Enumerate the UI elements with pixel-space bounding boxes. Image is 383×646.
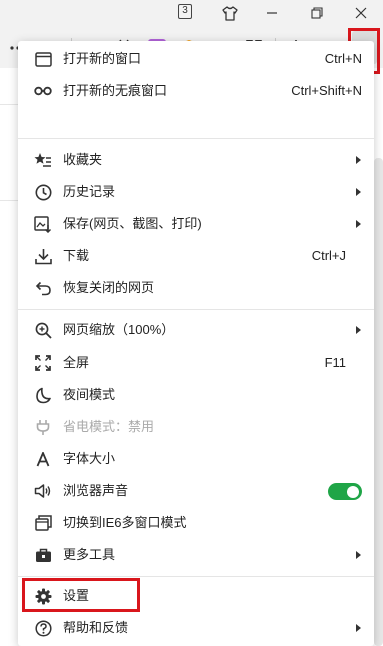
incognito-icon <box>34 82 52 100</box>
page-divider <box>0 104 20 105</box>
menu-item-browser-sound[interactable]: 浏览器声音 <box>18 475 374 507</box>
menu-item-new-window[interactable]: 打开新的窗口 Ctrl+N <box>18 43 374 75</box>
menu-item-ie6-mode[interactable]: 切换到IE6多窗口模式 <box>18 507 374 539</box>
menu-item-help-feedback[interactable]: 帮助和反馈 <box>18 612 374 644</box>
menu-item-shortcut: Ctrl+Shift+N <box>291 83 362 98</box>
menu-item-downloads[interactable]: 下载 Ctrl+J <box>18 240 374 272</box>
submenu-arrow-icon <box>356 188 361 196</box>
toolbox-icon <box>34 546 52 564</box>
menu-item-label: 网页缩放（100%） <box>63 322 175 337</box>
menu-item-shortcut: F11 <box>324 355 346 370</box>
toggle-knob <box>347 485 359 498</box>
settings-highlight <box>22 578 140 612</box>
menu-item-label: 保存(网页、截图、打印) <box>63 216 202 231</box>
page-scrollbar[interactable] <box>374 158 383 646</box>
menu-item-label: 帮助和反馈 <box>63 620 129 635</box>
sound-toggle[interactable] <box>328 483 362 500</box>
moon-icon <box>34 386 52 404</box>
font-size-icon <box>34 450 52 468</box>
minimize-icon[interactable] <box>262 4 282 22</box>
menu-item-label: 打开新的窗口 <box>63 51 142 66</box>
window-icon <box>34 50 52 68</box>
menu-item-new-incognito-window[interactable]: 打开新的无痕窗口 Ctrl+Shift+N <box>18 75 374 107</box>
menu-item-label: 字体大小 <box>63 451 116 466</box>
menu-item-label: 收藏夹 <box>63 152 103 167</box>
menu-item-label: 全屏 <box>63 355 90 370</box>
plug-icon <box>34 418 52 436</box>
menu-item-fullscreen[interactable]: 全屏 F11 <box>18 347 374 379</box>
zoom-icon <box>34 321 52 339</box>
menu-item-power-saving: 省电模式：禁用 <box>18 411 374 443</box>
star-list-icon <box>34 151 52 169</box>
menu-divider <box>18 576 374 577</box>
menu-item-favorites[interactable]: 收藏夹 <box>18 144 374 176</box>
menu-item-label: 浏览器声音 <box>63 483 129 498</box>
menu-item-font-size[interactable]: 字体大小 <box>18 443 374 475</box>
download-icon <box>34 247 52 265</box>
menu-item-zoom[interactable]: 网页缩放（100%） <box>18 314 374 346</box>
save-page-icon <box>34 215 52 233</box>
menu-item-history[interactable]: 历史记录 <box>18 176 374 208</box>
menu-item-shortcut: Ctrl+N <box>324 51 362 66</box>
menu-item-save[interactable]: 保存(网页、截图、打印) <box>18 208 374 240</box>
multi-window-icon <box>34 514 52 532</box>
menu-item-night-mode[interactable]: 夜间模式 <box>18 379 374 411</box>
menu-item-label: 更多工具 <box>63 547 116 562</box>
speaker-icon <box>34 482 52 500</box>
submenu-arrow-icon <box>356 220 361 228</box>
submenu-arrow-icon <box>356 624 361 632</box>
menu-divider <box>18 138 374 139</box>
submenu-arrow-icon <box>356 326 361 334</box>
help-icon <box>34 619 52 637</box>
main-menu-dropdown: 打开新的窗口 Ctrl+N 打开新的无痕窗口 Ctrl+Shift+N 收藏夹 … <box>18 41 374 646</box>
undo-icon <box>34 279 52 297</box>
restore-icon[interactable] <box>307 4 327 22</box>
menu-item-label: 打开新的无痕窗口 <box>63 83 168 98</box>
close-icon[interactable] <box>351 4 371 22</box>
submenu-arrow-icon <box>356 551 361 559</box>
tab-count-badge[interactable]: 3 <box>178 4 192 19</box>
menu-item-label: 历史记录 <box>63 184 116 199</box>
menu-item-more-tools[interactable]: 更多工具 <box>18 539 374 571</box>
menu-item-shortcut: Ctrl+J <box>311 248 346 263</box>
menu-item-label: 夜间模式 <box>63 387 116 402</box>
menu-item-label: 下载 <box>63 248 90 263</box>
menu-item-label: 切换到IE6多窗口模式 <box>63 515 187 530</box>
page-divider <box>0 200 20 201</box>
menu-item-label: 省电模式：禁用 <box>63 419 155 434</box>
title-bar: 3 <box>0 0 383 28</box>
submenu-arrow-icon <box>356 156 361 164</box>
clock-icon <box>34 183 52 201</box>
fullscreen-icon <box>34 354 52 372</box>
menu-item-label: 恢复关闭的网页 <box>63 280 155 295</box>
menu-divider <box>18 309 374 310</box>
skin-icon[interactable] <box>220 4 240 22</box>
menu-item-restore-closed[interactable]: 恢复关闭的网页 <box>18 272 374 304</box>
